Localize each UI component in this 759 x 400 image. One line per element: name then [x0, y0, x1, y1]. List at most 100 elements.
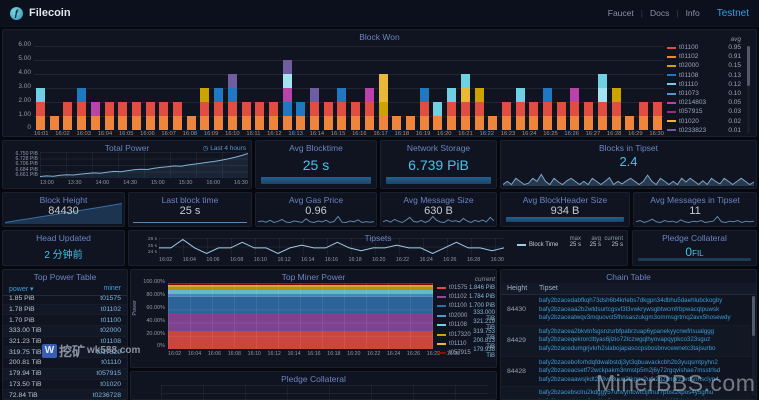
table-row: 321.23 TiB t01108 [3, 337, 127, 348]
stat-avg-blocktime: 25 s [256, 157, 376, 173]
stat-avg-blockheader-size: 934 B [501, 205, 629, 217]
nav-link[interactable]: Docs [650, 8, 679, 18]
legend-header-current: current [437, 276, 495, 283]
total-power-plot[interactable] [40, 152, 248, 178]
panel-title-avg-message-size[interactable]: Avg Message Size [381, 195, 496, 205]
panel-top-miner-power: Top Miner Power Power 100.00%80.00%60.00… [130, 269, 497, 368]
panel-title-chain-table[interactable]: Chain Table [501, 272, 756, 282]
table-row: 1.70 PiB t01100 [3, 315, 127, 326]
panel-last-block-time: Last block time 25 s [128, 192, 252, 227]
top-miner-power-plot[interactable] [168, 283, 433, 349]
chain-table-row: 84430 bafy2bzacedabfkqh73dsh6b4krlebs7dk… [501, 295, 751, 326]
block-won-legend: avg t01100 0.95 t01102 0.91 [667, 36, 751, 134]
series-dash-icon [437, 324, 446, 326]
legend-item[interactable]: t01100 0.95 [667, 43, 751, 52]
table-row: 72.84 TiB t0236728 [3, 390, 127, 400]
series-dash-icon [437, 305, 446, 307]
panel-block-won: Block Won 6.005.004.003.002.001.000 16:0… [2, 29, 757, 137]
legend-item[interactable]: t0233823 0.01 [667, 126, 751, 135]
series-dash-icon [437, 287, 446, 289]
tipsets-y-axis: 26 s25 s24 s [135, 238, 157, 256]
series-dash-icon [667, 111, 676, 113]
panel-total-power: Total Power ◷ Last 4 hours 6.750 PiB6.72… [2, 140, 252, 189]
last-block-time-sparkline [133, 216, 247, 224]
series-dash-icon [667, 120, 676, 122]
panel-title-block-won[interactable]: Block Won [3, 32, 756, 42]
stat-pledge-collateral: 0FIL [633, 245, 756, 259]
series-dash-icon [437, 343, 446, 345]
series-dash-icon [667, 102, 676, 104]
legend-item[interactable]: t01102 1.784 PiB [437, 292, 495, 301]
panel-title-pledge-collateral[interactable]: Pledge Collateral [633, 233, 756, 243]
chain-table-scrollbar[interactable] [752, 296, 755, 396]
top-miner-power-y-axis: 100.00%80.00%60.00%40.00%20.00%0% [139, 280, 165, 350]
panel-title-last-block-time[interactable]: Last block time [129, 195, 251, 205]
legend-item[interactable]: t01575 1.846 PiB [437, 283, 495, 292]
legend-scrollbar[interactable] [747, 46, 750, 134]
pledge-collateral-plot[interactable] [161, 385, 488, 399]
column-miner[interactable]: miner [103, 285, 121, 293]
stat-bar [638, 258, 751, 261]
panel-title-head-updated[interactable]: Head Updated [3, 233, 124, 243]
panel-title-avg-blocktime[interactable]: Avg Blocktime [256, 143, 376, 153]
legend-item[interactable]: t02000 0.15 [667, 61, 751, 70]
block-won-plot[interactable] [34, 46, 664, 130]
panel-avg-blockheader-size: Avg BlockHeader Size 934 B [500, 192, 630, 227]
panel-title-avg-blockheader-size[interactable]: Avg BlockHeader Size [501, 195, 629, 205]
panel-title-avg-messages-in-tipset[interactable]: Avg Messages in Tipset [634, 195, 756, 205]
panel-avg-message-size: Avg Message Size 630 B [380, 192, 497, 227]
time-range-label[interactable]: ◷ Last 4 hours [203, 144, 246, 152]
filecoin-dashboard: ƒ Filecoin Faucet Docs Info Testnet Block … [0, 0, 759, 400]
legend-item[interactable]: t01108 0.13 [667, 71, 751, 80]
column-height: Height [507, 285, 539, 292]
chain-table-rows: 84430 bafy2bzacedabfkqh73dsh6b4krlebs7dk… [501, 295, 751, 400]
panel-avg-gas-price: Avg Gas Price 0.96 [255, 192, 377, 227]
chain-table-row: 84427 bafy2bzacebsclru2kdggy57uhvyhtcwfc… [501, 387, 751, 400]
tipsets-plot[interactable] [159, 238, 504, 255]
panel-title-top-power-table[interactable]: Top Power Table [3, 272, 127, 282]
panel-title-network-storage[interactable]: Network Storage [381, 143, 496, 153]
stat-blocks-in-tipset: 2.4 [501, 154, 756, 169]
legend-header-avg: avg [667, 36, 751, 43]
total-power-x-axis: 13:0013:3014:0014:3015:0015:3016:0016:30 [40, 180, 248, 186]
table-row: 179.94 TiB t057915 [3, 369, 127, 380]
column-tipset: Tipset [539, 285, 558, 292]
stat-bar [386, 177, 491, 184]
top-miner-power-legend: current t01575 1.846 PiB t01102 1.784 Pi… [437, 276, 495, 358]
tipsets-x-axis: 16:0216:0416:0616:0816:1016:1216:1416:16… [159, 257, 504, 263]
series-dash-icon [667, 74, 676, 76]
nav-link[interactable]: Info [686, 8, 700, 18]
panel-pledge-collateral-stat: Pledge Collateral 0FIL [632, 230, 757, 266]
tipsets-legend: max avg current Block Time 25 s 25 s 25 … [517, 236, 623, 248]
chain-table-row: 84429 bafy2bzacea2bkvtnfsgsnzurbfpabrzua… [501, 326, 751, 357]
series-dash-icon [437, 334, 446, 336]
brand[interactable]: ƒ Filecoin [10, 7, 71, 20]
blocks-in-tipset-sparkline [503, 173, 754, 186]
block-won-bars [34, 46, 664, 130]
avg-message-size-sparkline [383, 215, 494, 224]
block-won-y-axis: 6.005.004.003.002.001.000 [5, 42, 31, 132]
table-row: 1.85 PiB t01575 [3, 294, 127, 305]
top-power-table-rows: 1.85 PiB t01575 1.78 PiB t01102 1.70 PiB… [3, 294, 127, 400]
legend-item[interactable]: t057915 179.938 TiB [437, 349, 495, 358]
series-dash-icon [437, 315, 446, 317]
nav-link[interactable]: Faucet [608, 8, 643, 18]
legend-item[interactable]: t057915 0.03 [667, 107, 751, 116]
panel-chain-table: Chain Table Height Tipset 84430 bafy2bza… [500, 269, 757, 400]
series-dash-icon [667, 93, 676, 95]
table-row: 333.00 TiB t02000 [3, 326, 127, 337]
panel-network-storage: Network Storage 6.739 PiB [380, 140, 497, 189]
legend-item[interactable]: t01020 0.02 [667, 117, 751, 126]
env-label-testnet[interactable]: Testnet [717, 8, 749, 19]
panel-title-pledge-collateral-chart[interactable]: Pledge Collateral [131, 374, 496, 384]
legend-item[interactable]: t01073 0.10 [667, 89, 751, 98]
panel-title-avg-gas-price[interactable]: Avg Gas Price [256, 195, 376, 205]
table-row: 1.78 PiB t01102 [3, 305, 127, 316]
legend-item[interactable]: t01110 0.12 [667, 80, 751, 89]
column-power-sort[interactable]: power ▾ [9, 285, 103, 293]
legend-item-block-time[interactable]: Block Time [517, 242, 561, 248]
table-row: 319.75 TiB t017320 [3, 347, 127, 358]
legend-item[interactable]: t0214803 0.05 [667, 98, 751, 107]
panel-title-blocks-in-tipset[interactable]: Blocks in Tipset [501, 143, 756, 153]
legend-item[interactable]: t01102 0.91 [667, 52, 751, 61]
